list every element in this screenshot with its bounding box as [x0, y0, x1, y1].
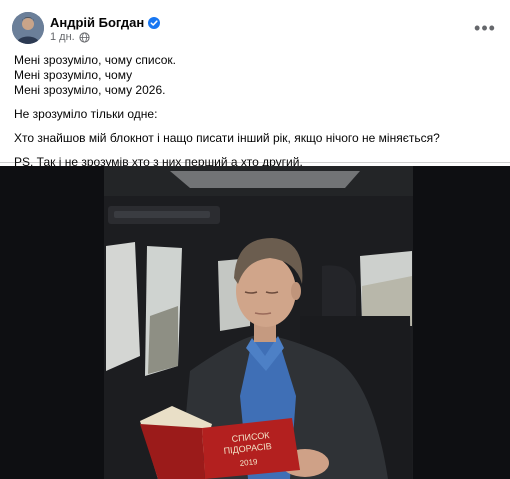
post-text-line: Хто знайшов мій блокнот і нащо писати ін… — [14, 131, 440, 145]
more-options-button[interactable]: ••• — [472, 18, 498, 38]
book-year: 2019 — [239, 457, 258, 468]
author-row: Андрій Богдан — [50, 15, 161, 30]
post-photo[interactable]: СПИСОК ПІДОРАСІВ 2019 — [0, 166, 510, 479]
post-text-line: Мені зрозуміло, чому — [14, 68, 133, 82]
more-dots-icon: ••• — [474, 17, 496, 38]
verified-badge-icon — [148, 16, 161, 29]
author-avatar[interactable] — [12, 12, 44, 44]
avatar-photo — [12, 12, 44, 44]
post-text: Мені зрозуміло, чому список. Мені зрозум… — [14, 53, 500, 170]
post-text-line: Мені зрозуміло, чому 2026. — [14, 83, 166, 97]
globe-icon — [79, 31, 90, 43]
post-timestamp[interactable]: 1 дн. — [50, 31, 75, 43]
post-text-line: Мені зрозуміло, чому список. — [14, 53, 177, 67]
post-meta: 1 дн. — [50, 31, 90, 43]
text-image-divider — [0, 162, 510, 163]
photo-man-reading-in-car: СПИСОК ПІДОРАСІВ 2019 — [0, 166, 510, 479]
post-header: Андрій Богдан 1 дн. ••• — [12, 12, 500, 46]
post-text-line: Не зрозуміло тільки одне: — [14, 107, 158, 121]
author-name[interactable]: Андрій Богдан — [50, 15, 144, 30]
facebook-post: Андрій Богдан 1 дн. ••• Мені зрозуміло, … — [0, 0, 510, 479]
